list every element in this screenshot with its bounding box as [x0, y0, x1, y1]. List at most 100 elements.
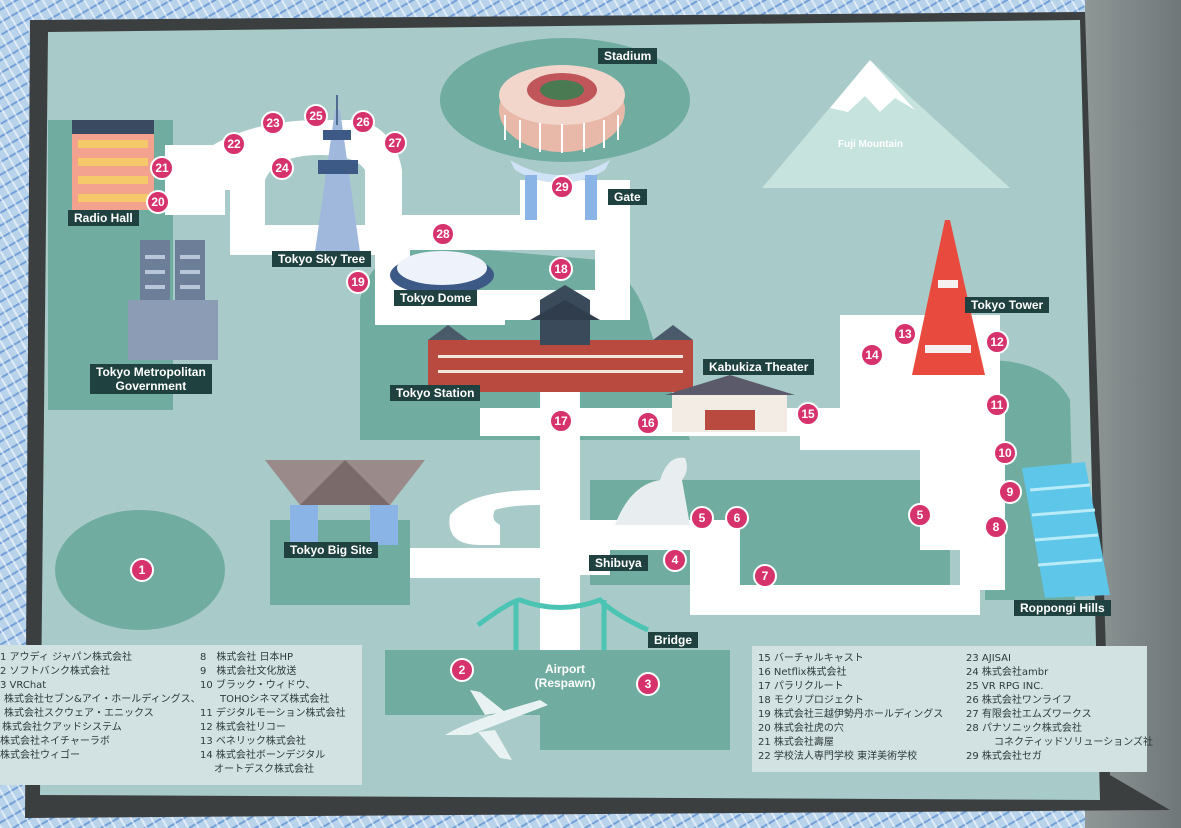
svg-text:5: 5 [699, 511, 706, 525]
legend-col-2: 8 株式会社 日本HP 9 株式会社文化放送 10 ブラック・ウィドウ、 TOH… [200, 651, 346, 777]
airport-wing [608, 715, 730, 750]
legend-item: 29 株式会社セガ [966, 751, 1042, 762]
legend-col-1: 1 アウディ ジャパン株式会社 2 ソフトバンク株式会社 3 VRChat 株式… [0, 651, 201, 763]
marker-22: 22 [222, 132, 246, 156]
legend-item: 1 アウディ ジャパン株式会社 [0, 652, 133, 663]
legend-item: 株式会社スクウェア・エニックス [4, 708, 154, 719]
label-roppongi: Roppongi Hills [1014, 600, 1111, 616]
marker-27: 27 [383, 131, 407, 155]
svg-text:27: 27 [388, 136, 402, 150]
legend-item: 8 株式会社 日本HP [200, 652, 294, 663]
marker-14: 14 [860, 343, 884, 367]
label-metropolitan-line1: Tokyo Metropolitan [96, 365, 206, 379]
marker-28: 28 [431, 222, 455, 246]
label-radio-hall: Radio Hall [68, 210, 139, 226]
svg-text:8: 8 [993, 520, 1000, 534]
svg-text:15: 15 [801, 407, 815, 421]
label-tokyo-tower: Tokyo Tower [965, 297, 1050, 313]
svg-text:29: 29 [555, 180, 569, 194]
label-stadium: Stadium [598, 48, 658, 64]
label-airport-line1: Airport [545, 662, 585, 676]
svg-text:23: 23 [266, 116, 280, 130]
marker-5a: 5 [690, 506, 714, 530]
legend-item: 15 バーチャルキャスト [758, 653, 864, 664]
legend-item: 17 パラリクルート [758, 681, 844, 692]
stadium-building [499, 65, 625, 153]
svg-text:13: 13 [898, 327, 912, 341]
svg-text:4: 4 [672, 553, 679, 567]
label-big-site: Tokyo Big Site [284, 542, 379, 558]
label-gate: Gate [608, 189, 647, 205]
marker-23: 23 [261, 111, 285, 135]
label-sky-tree: Tokyo Sky Tree [272, 251, 372, 267]
svg-text:6: 6 [734, 511, 741, 525]
label-bridge: Bridge [648, 632, 699, 648]
marker-18: 18 [549, 257, 573, 281]
marker-17: 17 [549, 409, 573, 433]
legend-item: 22 学校法人専門学校 東洋美術学校 [758, 751, 918, 762]
radio-hall-building [72, 120, 154, 210]
legend-item: 11 デジタルモーション株式会社 [200, 708, 346, 719]
svg-text:12: 12 [990, 335, 1004, 349]
label-fuji: Fuji Mountain [838, 139, 903, 150]
legend-item: 3 VRChat [0, 680, 47, 691]
label-tokyo-station: Tokyo Station [390, 385, 481, 401]
svg-text:14: 14 [865, 348, 879, 362]
label-airport-line2: (Respawn) [534, 676, 596, 690]
legend-col-4: 23 AJISAI 24 株式会社ambr 25 VR RPG INC. 26 … [966, 652, 1153, 764]
legend-item: 24 株式会社ambr [966, 667, 1049, 678]
marker-5b: 5 [908, 503, 932, 527]
marker-24: 24 [270, 156, 294, 180]
legend-item: 株式会社セブン&アイ・ホールディングス、 [4, 694, 201, 705]
marker-11: 11 [985, 393, 1009, 417]
airport-stem [540, 700, 615, 750]
legend-item: 23 AJISAI [966, 653, 1011, 664]
legend-item: 20 株式会社虎の穴 [758, 723, 844, 734]
marker-26: 26 [351, 110, 375, 134]
legend-item: 19 株式会社三越伊勢丹ホールディングス [758, 709, 944, 720]
legend-item: 18 モクリプロジェクト [758, 695, 864, 706]
svg-text:28: 28 [436, 227, 450, 241]
legend-item: 2 ソフトバンク株式会社 [0, 666, 111, 677]
marker-29: 29 [550, 175, 574, 199]
svg-text:5: 5 [917, 508, 924, 522]
marker-1-text: 1 [139, 563, 146, 577]
legend-item: 21 株式会社壽屋 [758, 737, 834, 748]
marker-19: 19 [346, 270, 370, 294]
marker-13: 13 [893, 322, 917, 346]
marker-9: 9 [998, 480, 1022, 504]
svg-text:22: 22 [227, 137, 241, 151]
legend-item: 14 株式会社ボーンデジタル [200, 750, 326, 761]
svg-text:18: 18 [554, 262, 568, 276]
marker-25: 25 [304, 104, 328, 128]
legend-col-3: 15 バーチャルキャスト 16 Netflix株式会社 17 パラリクルート 1… [758, 652, 943, 764]
marker-6: 6 [725, 506, 749, 530]
svg-text:19: 19 [351, 275, 365, 289]
legend-item: 26 株式会社ワンライフ [966, 695, 1072, 706]
legend-item: 12 株式会社リコー [200, 722, 286, 733]
legend-right-panel: 15 バーチャルキャスト 16 Netflix株式会社 17 パラリクルート 1… [752, 646, 1153, 772]
svg-text:26: 26 [356, 115, 370, 129]
label-metropolitan-line2: Government [115, 379, 187, 393]
label-airport: Airport (Respawn) [520, 662, 610, 690]
svg-text:10: 10 [998, 446, 1012, 460]
svg-text:21: 21 [155, 161, 169, 175]
legend-item: オートデスク株式会社 [214, 764, 314, 775]
marker-20: 20 [146, 190, 170, 214]
legend-item: 16 Netflix株式会社 [758, 667, 847, 678]
label-metropolitan: Tokyo Metropolitan Government [90, 364, 212, 394]
svg-text:17: 17 [554, 414, 568, 428]
svg-text:7: 7 [762, 569, 769, 583]
legend-item: 9 株式会社文化放送 [200, 666, 297, 677]
legend-item: 株式会社ネイチャーラボ [0, 736, 110, 747]
svg-text:2: 2 [459, 663, 466, 677]
svg-text:24: 24 [275, 161, 289, 175]
marker-15: 15 [796, 402, 820, 426]
label-shibuya: Shibuya [589, 555, 648, 571]
legend-item: 28 パナソニック株式会社 [966, 723, 1082, 734]
label-kabukiza: Kabukiza Theater [703, 359, 815, 375]
legend-item: 13 ベネリック株式会社 [200, 736, 306, 747]
marker-7: 7 [753, 564, 777, 588]
marker-2: 2 [450, 658, 474, 682]
svg-text:25: 25 [309, 109, 323, 123]
